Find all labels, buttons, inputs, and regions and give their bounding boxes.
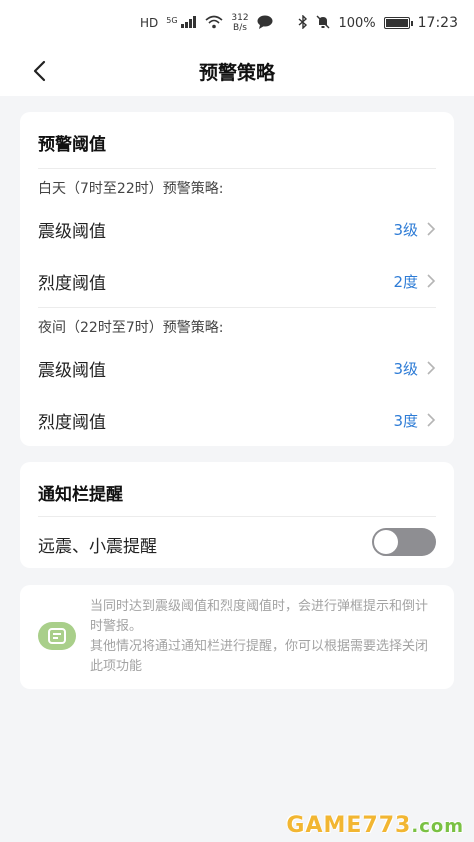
magnitude-value: 3级: [393, 220, 418, 239]
night-strategy-label: 夜间（22时至7时）预警策略:: [38, 320, 224, 336]
chevron-right-icon: [427, 222, 436, 236]
day-strategy-label: 白天（7时至22时）预警策略:: [38, 181, 224, 197]
row-value: 3度: [393, 410, 436, 431]
nav-bar: 预警策略: [0, 46, 474, 96]
chevron-left-icon: [33, 60, 46, 82]
row-label: 震级阈值: [38, 360, 106, 381]
chevron-right-icon: [427, 413, 436, 427]
hd-badge: HD: [140, 16, 159, 30]
signal-icon: 5G: [166, 15, 197, 31]
threshold-card: 预警阈值 白天（7时至22时）预警策略: 震级阈值 3级 烈度阈值 2度 夜间（…: [20, 112, 454, 446]
bluetooth-icon: [298, 13, 308, 32]
threshold-section-title: 预警阈值: [38, 135, 106, 155]
row-value: 2度: [393, 271, 436, 292]
night-intensity-threshold-row[interactable]: 烈度阈值 3度: [20, 397, 454, 443]
magnitude-value: 3级: [393, 359, 418, 378]
watermark-suffix: .com: [411, 816, 464, 837]
row-value: 3级: [393, 358, 436, 379]
chevron-right-icon: [427, 361, 436, 375]
note-line-1: 当同时达到震级阈值和烈度阈值时，会进行弹框提示和倒计时警报。: [90, 599, 429, 634]
battery-icon: [383, 17, 413, 29]
divider: [38, 307, 436, 308]
clock: 17:23: [417, 15, 458, 31]
net-speed-unit: B/s: [233, 23, 247, 33]
back-button[interactable]: [24, 56, 54, 86]
day-magnitude-threshold-row[interactable]: 震级阈值 3级: [20, 206, 454, 252]
day-intensity-threshold-row[interactable]: 烈度阈值 2度: [20, 258, 454, 304]
toggle-knob: [374, 530, 398, 554]
divider: [38, 168, 436, 169]
notification-section-title: 通知栏提醒: [38, 485, 123, 505]
notification-card: 通知栏提醒 远震、小震提醒: [20, 462, 454, 568]
info-note-icon: [38, 622, 76, 650]
distant-small-quake-toggle[interactable]: [372, 528, 436, 556]
status-bar: HD 5G 312 B/s 100% 17:23: [0, 0, 474, 46]
info-note-card: 当同时达到震级阈值和烈度阈值时，会进行弹框提示和倒计时警报。 其他情况将通过通知…: [20, 585, 454, 689]
row-label: 烈度阈值: [38, 273, 106, 294]
net-speed: 312 B/s: [231, 13, 248, 33]
status-bar-right: 100% 17:23: [298, 13, 458, 32]
wifi-icon: [205, 15, 223, 32]
battery-percent: 100%: [338, 15, 376, 31]
chevron-right-icon: [427, 274, 436, 288]
row-value: 3级: [393, 219, 436, 240]
distant-small-quake-label: 远震、小震提醒: [38, 537, 157, 557]
signal-label: 5G: [166, 15, 178, 25]
status-bar-left: HD 5G 312 B/s: [140, 13, 273, 33]
note-line-2: 其他情况将通过通知栏进行提醒，你可以根据需要选择关闭此项功能: [90, 639, 429, 674]
watermark-main: GAME773: [286, 813, 412, 838]
night-magnitude-threshold-row[interactable]: 震级阈值 3级: [20, 345, 454, 391]
message-icon: [257, 15, 273, 32]
row-label: 烈度阈值: [38, 412, 106, 433]
intensity-value: 3度: [393, 411, 418, 430]
info-note-text: 当同时达到震级阈值和烈度阈值时，会进行弹框提示和倒计时警报。 其他情况将通过通知…: [90, 597, 440, 677]
site-watermark: GAME773.com: [286, 813, 464, 838]
mute-bell-icon: [316, 15, 330, 32]
divider: [38, 516, 436, 517]
row-label: 震级阈值: [38, 221, 106, 242]
net-speed-value: 312: [231, 13, 249, 23]
intensity-value: 2度: [393, 272, 418, 291]
page-title: 预警策略: [198, 61, 275, 84]
